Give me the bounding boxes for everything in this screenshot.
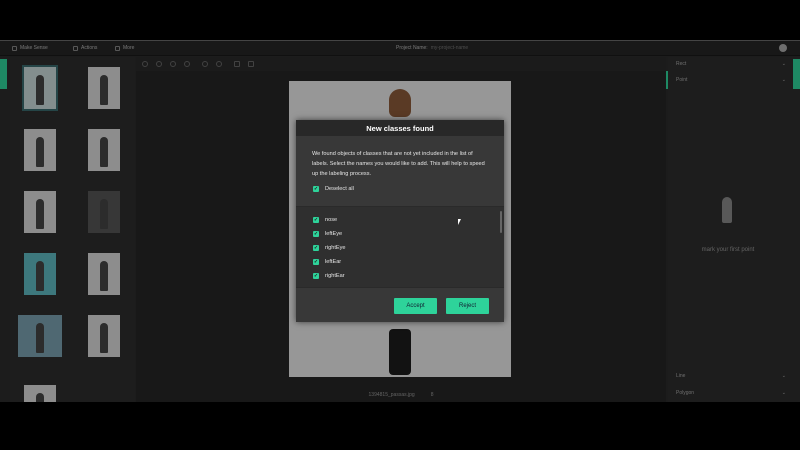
class-item-rightear[interactable]: ✓ rightEar xyxy=(313,273,345,279)
mouse-cursor-icon xyxy=(458,219,461,225)
divider xyxy=(296,287,504,288)
checkbox-checked-icon: ✓ xyxy=(313,217,319,223)
checkbox-checked-icon: ✓ xyxy=(313,186,319,192)
class-item-lefteye[interactable]: ✓ leftEye xyxy=(313,231,342,237)
class-label: rightEar xyxy=(325,273,345,279)
class-item-leftear[interactable]: ✓ leftEar xyxy=(313,259,341,265)
checkbox-checked-icon: ✓ xyxy=(313,231,319,237)
class-label: leftEar xyxy=(325,259,342,265)
dialog-title: New classes found xyxy=(296,120,504,136)
deselect-all-checkbox[interactable]: ✓ Deselect all xyxy=(313,186,354,192)
deselect-all-label: Deselect all xyxy=(325,186,354,192)
class-list[interactable]: ✓ nose ✓ leftEye ✓ rightEye ✓ leftEar ✓ … xyxy=(296,207,504,287)
checkbox-checked-icon: ✓ xyxy=(313,273,319,279)
accept-button[interactable]: Accept xyxy=(394,298,437,314)
class-list-scrollbar[interactable] xyxy=(500,211,502,233)
class-item-righteye[interactable]: ✓ rightEye xyxy=(313,245,346,251)
new-classes-dialog: New classes found We found objects of cl… xyxy=(296,120,504,322)
class-label: leftEye xyxy=(325,231,343,237)
checkbox-checked-icon: ✓ xyxy=(313,259,319,265)
checkbox-checked-icon: ✓ xyxy=(313,245,319,251)
reject-button[interactable]: Reject xyxy=(446,298,489,314)
dialog-description: We found objects of classes that are not… xyxy=(312,151,485,177)
class-label: nose xyxy=(325,217,338,223)
class-label: rightEye xyxy=(325,245,346,251)
class-item-nose[interactable]: ✓ nose xyxy=(313,217,337,223)
